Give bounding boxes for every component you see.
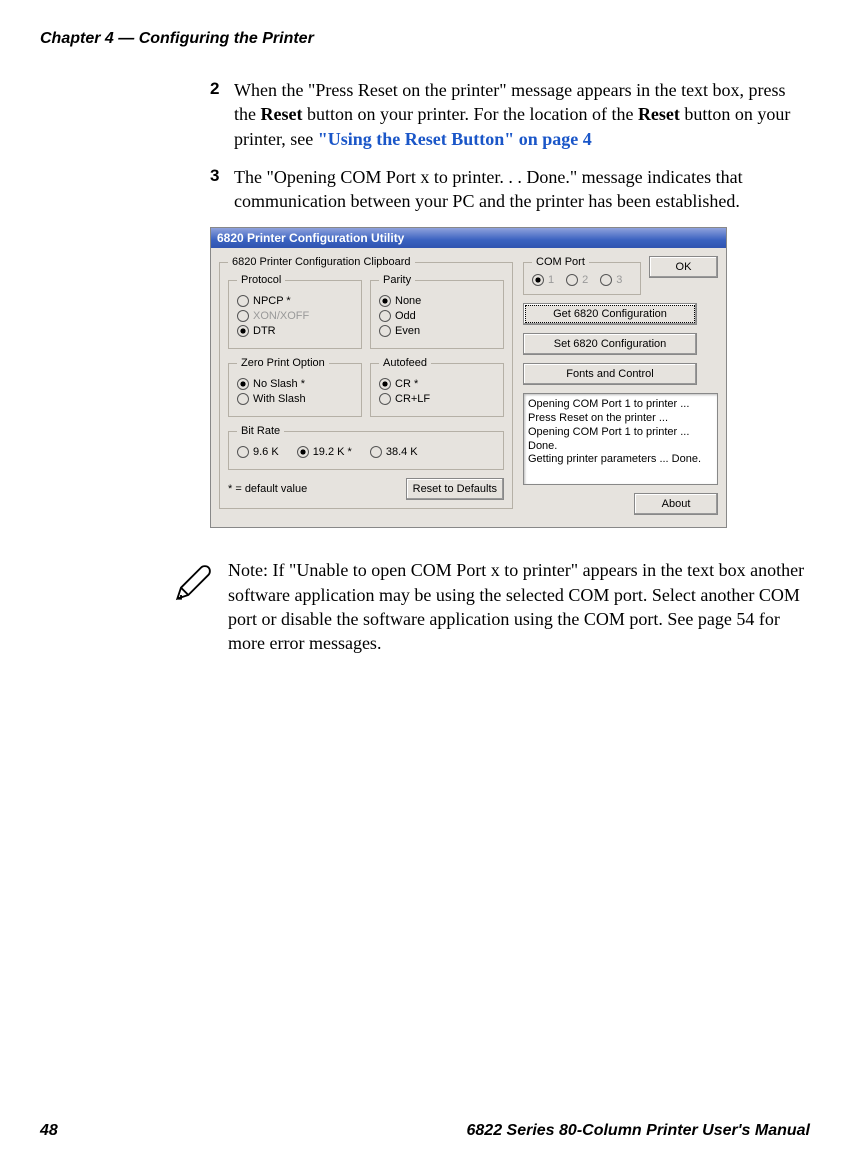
content-area: 2 When the "Press Reset on the printer" …: [210, 78, 810, 528]
radio-noslash[interactable]: No Slash *: [237, 378, 353, 390]
zero-group: Zero Print Option No Slash * With Slash: [228, 357, 362, 417]
page-header: Chapter 4 — Configuring the Printer: [40, 30, 810, 48]
radio-parity-odd[interactable]: Odd: [379, 310, 495, 322]
page-footer: 48 6822 Series 80-Column Printer User's …: [40, 1122, 810, 1140]
comport-legend: COM Port: [532, 256, 589, 268]
radio-com1: 1: [532, 274, 554, 286]
step-2: 2 When the "Press Reset on the printer" …: [210, 78, 810, 151]
note-block: Note: If "Unable to open COM Port x to p…: [170, 558, 810, 655]
step-number: 2: [210, 78, 234, 151]
about-button[interactable]: About: [634, 493, 718, 515]
protocol-group: Protocol NPCP * XON/XOFF DTR: [228, 274, 362, 349]
fonts-control-button[interactable]: Fonts and Control: [523, 363, 697, 385]
radio-384k[interactable]: 38.4 K: [370, 446, 418, 458]
clipboard-legend: 6820 Printer Configuration Clipboard: [228, 256, 415, 268]
step-body: The "Opening COM Port x to printer. . . …: [234, 165, 810, 214]
ok-button[interactable]: OK: [649, 256, 718, 278]
bitrate-group: Bit Rate 9.6 K 19.2 K * 38.4 K: [228, 425, 504, 470]
step-number: 3: [210, 165, 234, 214]
radio-cr[interactable]: CR *: [379, 378, 495, 390]
comport-group: COM Port 1 2 3: [523, 256, 641, 295]
bitrate-legend: Bit Rate: [237, 425, 284, 437]
radio-crlf[interactable]: CR+LF: [379, 393, 495, 405]
radio-96k[interactable]: 9.6 K: [237, 446, 279, 458]
step-3: 3 The "Opening COM Port x to printer. . …: [210, 165, 810, 214]
parity-legend: Parity: [379, 274, 415, 286]
radio-xonxoff: XON/XOFF: [237, 310, 353, 322]
config-utility-dialog: 6820 Printer Configuration Utility 6820 …: [210, 227, 727, 528]
message-textbox[interactable]: Opening COM Port 1 to printer ... Press …: [523, 393, 718, 485]
radio-dtr[interactable]: DTR: [237, 325, 353, 337]
note-text: Note: If "Unable to open COM Port x to p…: [228, 558, 810, 655]
radio-com2: 2: [566, 274, 588, 286]
text: button on your printer. For the location…: [302, 104, 637, 124]
get-config-button[interactable]: Get 6820 Configuration: [523, 303, 697, 325]
zero-legend: Zero Print Option: [237, 357, 329, 369]
radio-parity-none[interactable]: None: [379, 295, 495, 307]
bold-reset: Reset: [638, 104, 680, 124]
step-body: When the "Press Reset on the printer" me…: [234, 78, 810, 151]
page-number: 48: [40, 1122, 58, 1140]
bold-reset: Reset: [261, 104, 303, 124]
radio-192k[interactable]: 19.2 K *: [297, 446, 352, 458]
set-config-button[interactable]: Set 6820 Configuration: [523, 333, 697, 355]
reset-defaults-button[interactable]: Reset to Defaults: [406, 478, 504, 500]
dialog-titlebar: 6820 Printer Configuration Utility: [211, 228, 726, 248]
pencil-icon: [170, 558, 214, 655]
protocol-legend: Protocol: [237, 274, 285, 286]
autofeed-group: Autofeed CR * CR+LF: [370, 357, 504, 417]
xref-link[interactable]: "Using the Reset Button" on page 4: [318, 129, 592, 149]
radio-npcp[interactable]: NPCP *: [237, 295, 353, 307]
radio-com3: 3: [600, 274, 622, 286]
default-note: * = default value: [228, 483, 307, 495]
parity-group: Parity None Odd Even: [370, 274, 504, 349]
radio-withslash[interactable]: With Slash: [237, 393, 353, 405]
manual-title: 6822 Series 80-Column Printer User's Man…: [467, 1122, 811, 1140]
clipboard-group: 6820 Printer Configuration Clipboard Pro…: [219, 256, 513, 509]
autofeed-legend: Autofeed: [379, 357, 431, 369]
radio-parity-even[interactable]: Even: [379, 325, 495, 337]
